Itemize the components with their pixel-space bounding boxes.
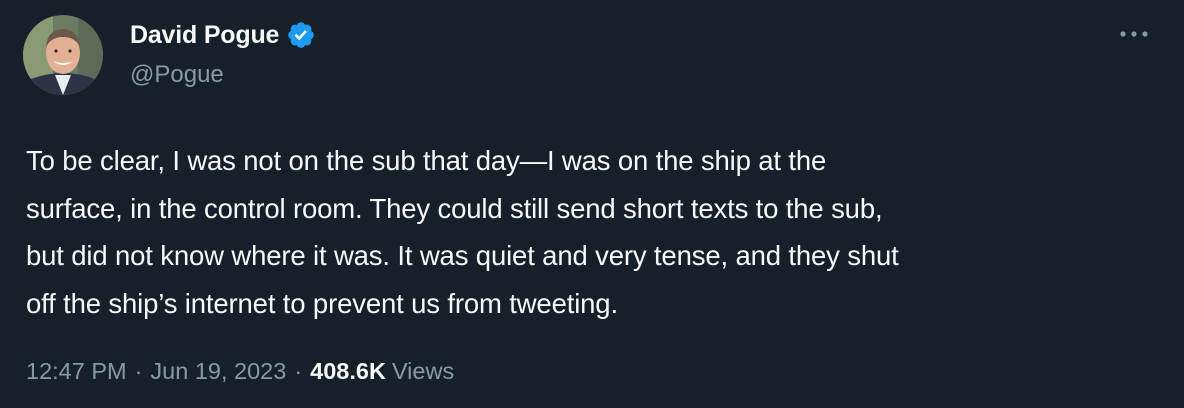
tweet-date: Jun 19, 2023 [150,358,287,384]
display-name[interactable]: David Pogue [130,21,279,50]
tweet-time-link[interactable]: 12:47 PM [26,358,127,385]
avatar[interactable] [23,15,103,95]
meta-separator: · [294,358,303,384]
more-options-button[interactable] [1116,22,1152,46]
author-block: David Pogue @Pogue [130,18,316,89]
profile-photo-icon [23,15,103,95]
tweet-time: 12:47 PM [26,358,127,384]
views-count: 408.6K [310,358,386,384]
tweet-card: David Pogue @Pogue To be clear, I was no… [0,0,1184,408]
name-row: David Pogue [130,18,316,52]
tweet-text: To be clear, I was not on the sub that d… [26,145,899,319]
verified-badge-icon[interactable] [286,20,316,50]
views-label: Views [391,358,455,384]
more-options-icon [1120,31,1148,37]
views-link[interactable]: 408.6K Views [310,358,454,385]
tweet-meta: 12:47 PM · Jun 19, 2023 · 408.6K Views [26,358,454,385]
handle[interactable]: @Pogue [130,61,316,89]
tweet-date-link[interactable]: Jun 19, 2023 [150,358,286,385]
meta-separator: · [134,358,143,384]
